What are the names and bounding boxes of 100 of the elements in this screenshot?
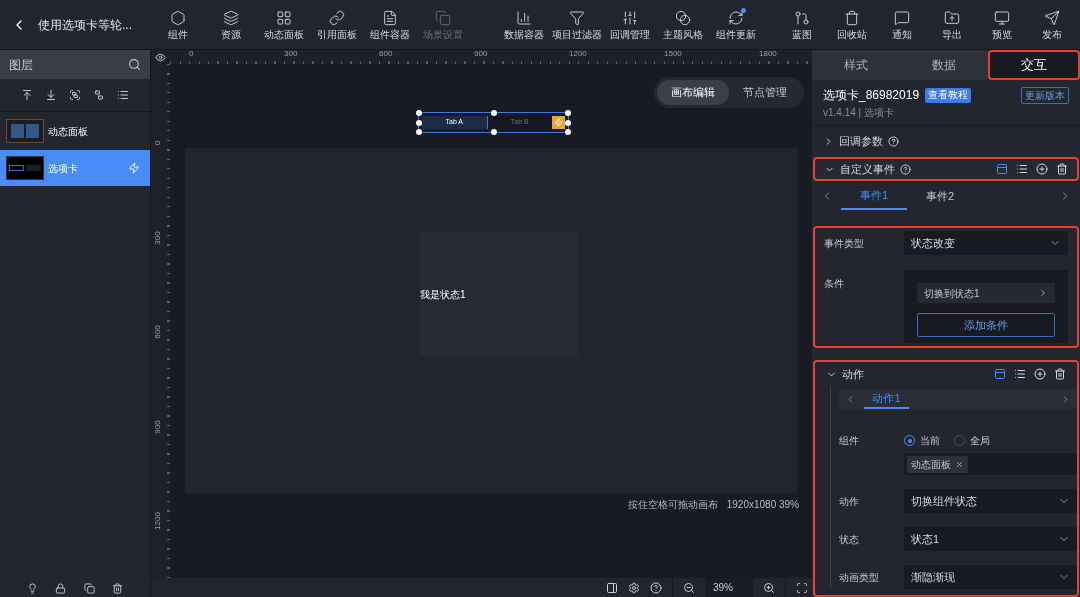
layout-icon[interactable] [996,163,1008,175]
tutorial-button[interactable]: 查看教程 [925,87,972,103]
toolbar-button[interactable]: 组件更新 [709,0,762,50]
toolbar-button[interactable]: 动态面板 [257,0,310,50]
toolbar-button[interactable]: 组件 [151,0,204,50]
panel-title: 图层 [9,56,33,74]
copy-icon [434,9,451,26]
ruler-label: 300 [154,229,162,247]
component-name: 选项卡_86982019 [823,87,920,104]
field-label: 事件类型 [824,236,865,251]
section-header[interactable]: 自定义事件 [813,157,1079,181]
event-tab[interactable]: 事件2 [907,182,973,210]
mode-tab[interactable]: 画布编辑 [657,80,729,105]
link-icon [328,9,345,26]
help-icon[interactable] [888,135,899,147]
search-icon[interactable] [128,58,141,71]
toolbar-button[interactable]: 蓝图 [777,0,827,50]
select-field[interactable]: 渐隐渐现 [904,565,1077,589]
refresh-icon [727,9,744,26]
inspector-tab[interactable]: 交互 [988,50,1080,80]
settings-icon[interactable] [628,581,640,594]
lightbulb-button[interactable] [26,582,38,594]
layer-item[interactable]: 动态面板 [0,113,150,149]
layer-thumbnail [6,156,44,180]
layer-name: 动态面板 [48,124,89,139]
list-icon[interactable] [1014,368,1026,380]
message-icon [894,9,910,26]
event-tab[interactable]: 事件1 [841,182,907,210]
toolbar-button[interactable]: 预览 [977,0,1027,50]
ungroup-button[interactable] [93,89,105,101]
hexagon-icon [169,9,186,26]
toolbar-button[interactable]: 项目过滤器 [550,0,603,50]
fit-screen-icon[interactable] [796,581,808,594]
section-title: 自定义事件 [840,161,895,177]
circles-icon [674,9,691,26]
lock-button[interactable] [55,582,67,594]
resize-handle[interactable] [490,110,497,116]
trash-button[interactable] [112,582,124,594]
list-icon[interactable] [1016,163,1028,175]
add-condition-button[interactable]: 添加条件 [917,313,1055,337]
chevron-right-icon [1038,288,1048,298]
hint-text: 按住空格可拖动画布 [627,498,718,512]
ruler-label: 600 [379,50,393,58]
add-icon[interactable] [1034,368,1046,380]
zoom-field[interactable]: 39% [705,578,753,597]
move-down-button[interactable] [45,89,57,101]
section-header[interactable]: 动作 [815,362,1077,386]
group-button[interactable] [69,89,81,101]
radio-option[interactable]: 全局 [954,433,990,448]
toolbar-button[interactable]: 回调管理 [603,0,656,50]
layout-icon[interactable] [994,368,1006,380]
inspector-tab[interactable]: 数据 [900,50,988,80]
resize-handle[interactable] [490,129,497,135]
folder-upload-icon [944,9,960,26]
field-label: 组件 [839,434,860,448]
toolbar-button[interactable]: 回收站 [827,0,877,50]
send-icon [1044,9,1060,26]
toolbar-button[interactable]: 数据容器 [497,0,550,50]
bar-chart-icon [515,9,532,26]
add-icon[interactable] [1036,163,1048,175]
select-field[interactable]: 状态改变 [904,231,1068,255]
ruler-label: 0 [189,50,194,58]
remove-icon[interactable] [955,459,964,469]
toolbar-button[interactable]: 资源 [204,0,257,50]
select-field[interactable]: 切换组件状态 [904,489,1077,513]
ruler-label: 1800 [759,50,777,58]
zoom-in-icon[interactable] [763,581,775,594]
toolbar-button[interactable]: 组件容器 [363,0,416,50]
trash-icon [844,9,860,26]
toolbar-button[interactable]: 通知 [877,0,927,50]
ruler-label: 1500 [664,50,682,58]
delete-icon[interactable] [1054,368,1066,380]
toolbar-button[interactable]: 主题风格 [656,0,709,50]
panel-icon[interactable] [606,581,618,594]
move-up-button[interactable] [21,89,33,101]
delete-icon[interactable] [1056,163,1068,175]
section-title: 动作 [842,366,864,382]
action-tab[interactable]: 动作1 [864,389,909,409]
toolbar-button[interactable]: 引用面板 [310,0,363,50]
inspector-tab[interactable]: 样式 [812,50,900,80]
component-picker[interactable]: 动态面板 [904,453,1077,475]
version-text: v1.4.14 | 选项卡 [823,106,895,120]
mode-tab[interactable]: 节点管理 [729,80,801,105]
zoom-out-icon[interactable] [683,581,695,594]
section-header[interactable]: 回调参数 [812,129,1080,153]
help-icon[interactable] [650,581,662,594]
toolbar-button[interactable]: 发布 [1027,0,1077,50]
field-label: 状态 [839,532,860,547]
copy-button[interactable] [83,582,95,594]
condition-item[interactable]: 切换到状态1 [917,283,1055,303]
help-icon[interactable] [900,163,911,175]
section-title: 回调参数 [839,133,883,149]
radio-option[interactable]: 当前 [904,433,940,448]
update-version-button[interactable]: 更新版本 [1021,86,1069,104]
select-field[interactable]: 状态1 [904,527,1077,551]
ruler-label: 900 [154,418,162,436]
ruler-label: 0 [154,139,162,148]
toolbar-button[interactable]: 导出 [927,0,977,50]
layer-name: 选项卡 [48,161,79,176]
list-button[interactable] [117,89,129,101]
